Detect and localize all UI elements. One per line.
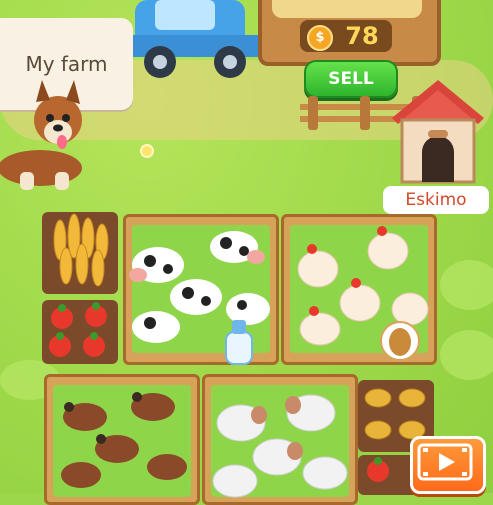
grass-spot [440, 330, 493, 380]
wheat-plot[interactable] [42, 212, 118, 294]
tomato-icon [49, 302, 107, 357]
doghouse[interactable] [392, 80, 484, 185]
wheat-icon [53, 213, 109, 287]
goat-pen[interactable] [44, 374, 200, 505]
coin-icon: $ [307, 25, 333, 51]
truck[interactable] [115, 0, 265, 80]
egg-icon[interactable] [380, 318, 420, 364]
sheep-pen[interactable] [202, 374, 358, 505]
flower [140, 144, 154, 158]
dog[interactable] [0, 80, 95, 192]
coin-value: 78 [345, 22, 379, 50]
video-ad-button[interactable] [410, 436, 486, 494]
grass-spot [440, 260, 493, 310]
video-play-icon [417, 443, 473, 481]
sheep-icon [212, 394, 348, 498]
farm-title: My farm [25, 52, 108, 76]
milk-bottle-icon[interactable] [222, 318, 256, 366]
goat-icon [61, 392, 187, 488]
sell-button[interactable]: SELL [304, 60, 398, 98]
dog-name-label: Eskimo [383, 186, 489, 214]
tomato-plot[interactable] [42, 300, 118, 364]
